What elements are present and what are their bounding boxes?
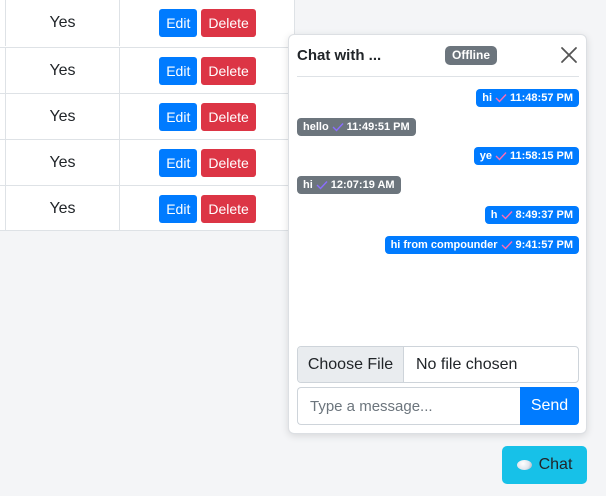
table-cell-value: Yes bbox=[6, 186, 120, 231]
message-sent: hi 11:48:57 PM bbox=[476, 89, 579, 107]
read-check-icon bbox=[501, 241, 513, 250]
message-input[interactable] bbox=[297, 387, 520, 425]
file-input: Choose File No file chosen bbox=[297, 346, 579, 383]
send-button[interactable]: Send bbox=[520, 387, 579, 425]
message-time: 11:58:15 PM bbox=[510, 150, 573, 162]
read-check-icon bbox=[501, 211, 513, 220]
delete-button[interactable]: Delete bbox=[201, 194, 256, 223]
table-row: Yes Edit Delete bbox=[0, 93, 295, 139]
chat-toggle-label: Chat bbox=[538, 456, 573, 473]
message-text: ye bbox=[479, 150, 493, 162]
file-status: No file chosen bbox=[416, 355, 518, 373]
message-time: 9:41:57 PM bbox=[515, 239, 573, 251]
table-cell-value: Yes bbox=[6, 94, 120, 139]
edit-button[interactable]: Edit bbox=[159, 148, 198, 177]
message-text: hi from compounder bbox=[390, 239, 498, 251]
edit-button[interactable]: Edit bbox=[159, 102, 198, 131]
delete-button[interactable]: Delete bbox=[201, 9, 256, 37]
chat-toggle-button[interactable]: Chat bbox=[502, 446, 587, 484]
table-row: Yes Edit Delete bbox=[0, 139, 295, 185]
message-sent: hi from compounder 9:41:57 PM bbox=[384, 236, 579, 254]
table-row: Yes Edit Delete bbox=[0, 0, 295, 46]
table-cell-actions: Edit Delete bbox=[120, 186, 295, 231]
edit-button[interactable]: Edit bbox=[159, 9, 198, 37]
read-check-icon bbox=[316, 181, 328, 190]
records-table: Yes Edit Delete Yes Edit Delete Yes Edit… bbox=[0, 0, 295, 231]
table-cell-actions: Edit Delete bbox=[120, 140, 295, 185]
composer: Send bbox=[297, 387, 579, 425]
message-text: hi bbox=[482, 92, 493, 104]
message-text: hi bbox=[303, 179, 313, 191]
read-check-icon bbox=[495, 94, 507, 103]
table-cell-value: Yes bbox=[6, 140, 120, 185]
table-cell-actions: Edit Delete bbox=[120, 0, 295, 46]
table-row: Yes Edit Delete bbox=[0, 185, 295, 231]
table-cell-value: Yes bbox=[6, 48, 120, 93]
message-time: 11:49:51 PM bbox=[346, 121, 410, 133]
table-row: Yes Edit Delete bbox=[0, 47, 295, 93]
edit-button[interactable]: Edit bbox=[159, 56, 198, 85]
chat-title: Chat with ... bbox=[297, 47, 382, 64]
table-cell-value: Yes bbox=[6, 0, 120, 46]
delete-button[interactable]: Delete bbox=[201, 148, 256, 177]
table-cell-actions: Edit Delete bbox=[120, 94, 295, 139]
message-time: 8:49:37 PM bbox=[515, 209, 573, 221]
table-cell-actions: Edit Delete bbox=[120, 48, 295, 93]
status-badge: Offline bbox=[445, 46, 497, 65]
message-received: hi 12:07:19 AM bbox=[297, 176, 401, 194]
delete-button[interactable]: Delete bbox=[201, 56, 256, 85]
message-text: hello bbox=[303, 121, 329, 133]
message-received: hello 11:49:51 PM bbox=[297, 118, 416, 136]
read-check-icon bbox=[495, 152, 507, 161]
message-text: h bbox=[490, 209, 498, 221]
choose-file-button[interactable]: Choose File bbox=[298, 347, 404, 382]
message-sent: h 8:49:37 PM bbox=[484, 206, 579, 224]
chat-header: Chat with ... Offline bbox=[297, 35, 579, 77]
close-icon[interactable] bbox=[559, 45, 579, 65]
message-time: 11:48:57 PM bbox=[510, 92, 573, 104]
message-sent: ye 11:58:15 PM bbox=[473, 147, 579, 165]
chat-panel: Chat with ... Offline hi 11:48:57 PM hel… bbox=[288, 34, 587, 434]
edit-button[interactable]: Edit bbox=[159, 194, 198, 223]
chat-bubble-icon bbox=[516, 460, 532, 470]
delete-button[interactable]: Delete bbox=[201, 102, 256, 131]
read-check-icon bbox=[332, 123, 344, 132]
message-time: 12:07:19 AM bbox=[330, 179, 395, 191]
